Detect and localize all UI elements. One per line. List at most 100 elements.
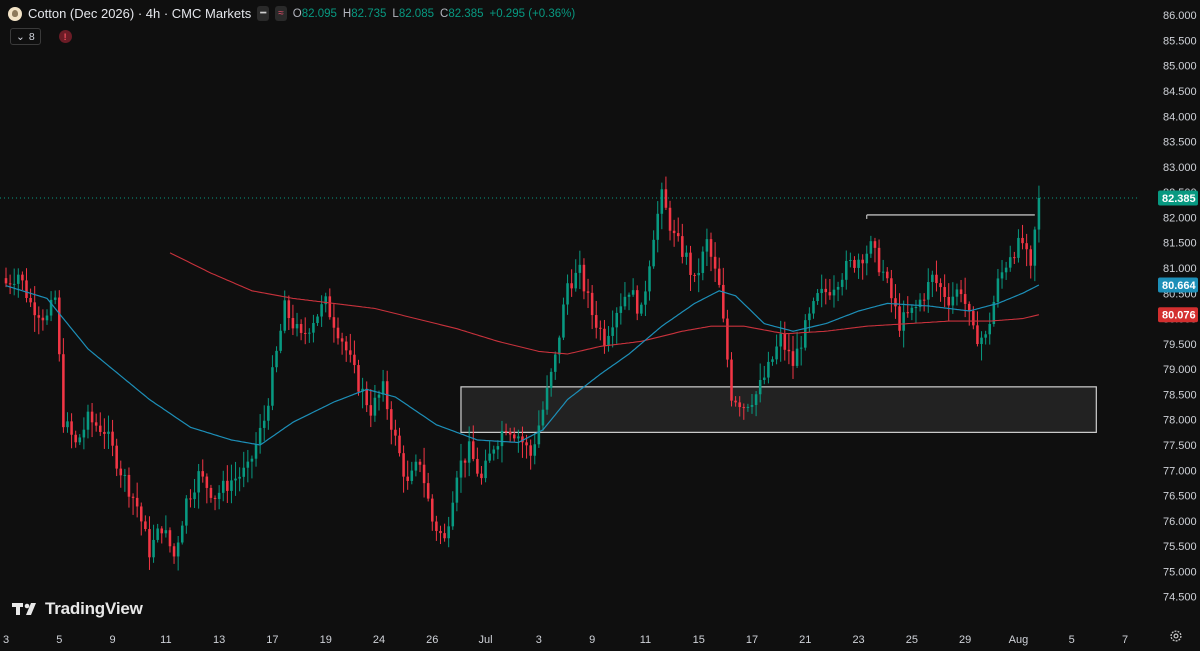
candle-body	[1017, 237, 1020, 258]
candle-body	[775, 346, 778, 360]
support-zone-layer	[460, 386, 1097, 433]
indicators-toggle-button[interactable]: ⌄ 8	[10, 28, 41, 45]
candle-body	[972, 310, 975, 326]
candle-body	[877, 247, 881, 273]
candle-body	[115, 445, 118, 469]
time-tick-label: 21	[799, 634, 811, 646]
cotton-boll-icon	[8, 6, 22, 21]
candle-body	[476, 458, 479, 474]
chart-title[interactable]: Cotton (Dec 2026) · 4h · CMC Markets	[28, 6, 251, 21]
tradingview-logo-icon	[12, 603, 36, 615]
candle-body	[258, 427, 262, 445]
candle-body	[1033, 229, 1037, 266]
candle-body	[644, 291, 647, 305]
time-tick-label: 29	[959, 634, 971, 646]
candle-body	[627, 294, 631, 297]
candle-body	[398, 435, 401, 454]
candle-body	[447, 526, 450, 539]
candle-body	[1000, 272, 1004, 279]
candle-body	[804, 320, 807, 348]
time-tick-label: 11	[160, 634, 171, 646]
candle-body	[722, 284, 725, 319]
price-chart[interactable]: 86.000 85.500 85.000 84.500 84.000 83.500 83.0…	[0, 0, 1200, 651]
candle-body	[791, 351, 795, 366]
time-axis[interactable]: 3 5 9 11 13 17 19 24 26 Jul 3 9 11 15 17 21 23 25 29 Aug 5 7	[3, 634, 1128, 646]
settings-gear-icon[interactable]	[1169, 629, 1183, 643]
minus-icon[interactable]: ━	[257, 6, 270, 21]
candle-body	[422, 464, 426, 484]
candle-body	[99, 425, 102, 432]
candle-body	[275, 350, 278, 368]
candle-body	[652, 239, 655, 267]
candle-body	[570, 283, 573, 289]
candle-body	[426, 483, 430, 499]
candle-body	[66, 421, 69, 428]
candle-body	[951, 296, 955, 306]
candle-body	[369, 405, 373, 416]
time-tick-label: 3	[3, 634, 9, 646]
candle-body	[898, 306, 901, 331]
candle-body	[295, 324, 299, 329]
price-tick-label: 83.000	[1163, 162, 1197, 174]
candle-body	[308, 332, 311, 334]
tradingview-watermark[interactable]: TradingView	[12, 599, 143, 619]
candle-body	[250, 458, 254, 462]
candle-body	[29, 297, 32, 303]
candle-body	[959, 289, 963, 295]
time-tick-label: 9	[589, 634, 595, 646]
candle-body	[726, 318, 729, 360]
candle-body	[717, 268, 721, 285]
price-axis[interactable]: 86.000 85.500 85.000 84.500 84.000 83.500 83.0…	[1163, 10, 1197, 604]
time-tick-label: 25	[906, 634, 918, 646]
candle-body	[566, 283, 569, 305]
candle-body	[619, 306, 623, 313]
candle-body	[283, 300, 286, 331]
price-tick-label: 85.000	[1163, 61, 1197, 73]
time-tick-label: Aug	[1009, 634, 1029, 646]
candle-body	[119, 468, 123, 476]
time-tick-label: 13	[213, 634, 225, 646]
candle-body	[123, 474, 127, 476]
candle-body	[943, 287, 946, 297]
candle-body	[611, 327, 614, 336]
candle-body	[865, 253, 869, 264]
candle-body	[771, 359, 774, 362]
price-change: +0.295 (+0.36%)	[489, 7, 576, 20]
candle-body	[947, 296, 951, 306]
candle-body	[603, 328, 606, 347]
approx-icon[interactable]: ≈	[275, 6, 287, 21]
candle-body	[500, 430, 504, 447]
candle-body	[316, 316, 319, 323]
time-tick-label: 9	[110, 634, 116, 646]
candle-body	[681, 236, 684, 257]
candle-body	[303, 332, 307, 334]
candle-body	[705, 239, 709, 252]
candle-body	[312, 322, 315, 333]
candle-body	[668, 207, 672, 231]
candle-body	[910, 307, 914, 313]
candle-body	[127, 474, 131, 497]
candle-body	[328, 296, 332, 318]
warning-icon[interactable]: !	[58, 30, 72, 43]
candle-body	[33, 302, 36, 316]
ohlc-readout: O82.095 H82.735 L82.085 C82.385 +0.295 (…	[292, 7, 576, 20]
price-level-layer	[0, 197, 1140, 219]
candle-body	[799, 347, 803, 349]
candle-body	[291, 318, 295, 329]
candle-body	[525, 442, 528, 446]
candle-body	[894, 298, 897, 307]
price-tick-label: 75.500	[1163, 541, 1197, 553]
price-tick-label: 82.000	[1163, 212, 1197, 224]
candle-body	[808, 313, 811, 321]
candle-body	[271, 367, 274, 406]
candle-body	[795, 348, 799, 366]
candle-body	[1025, 243, 1028, 250]
candle-body	[746, 406, 750, 408]
candle-body	[103, 431, 106, 434]
candle-body	[713, 256, 717, 269]
price-tick-label: 79.500	[1163, 339, 1197, 351]
candle-body	[131, 496, 135, 498]
candle-body	[758, 379, 762, 395]
candle-body	[885, 271, 889, 279]
candle-body	[410, 470, 414, 481]
